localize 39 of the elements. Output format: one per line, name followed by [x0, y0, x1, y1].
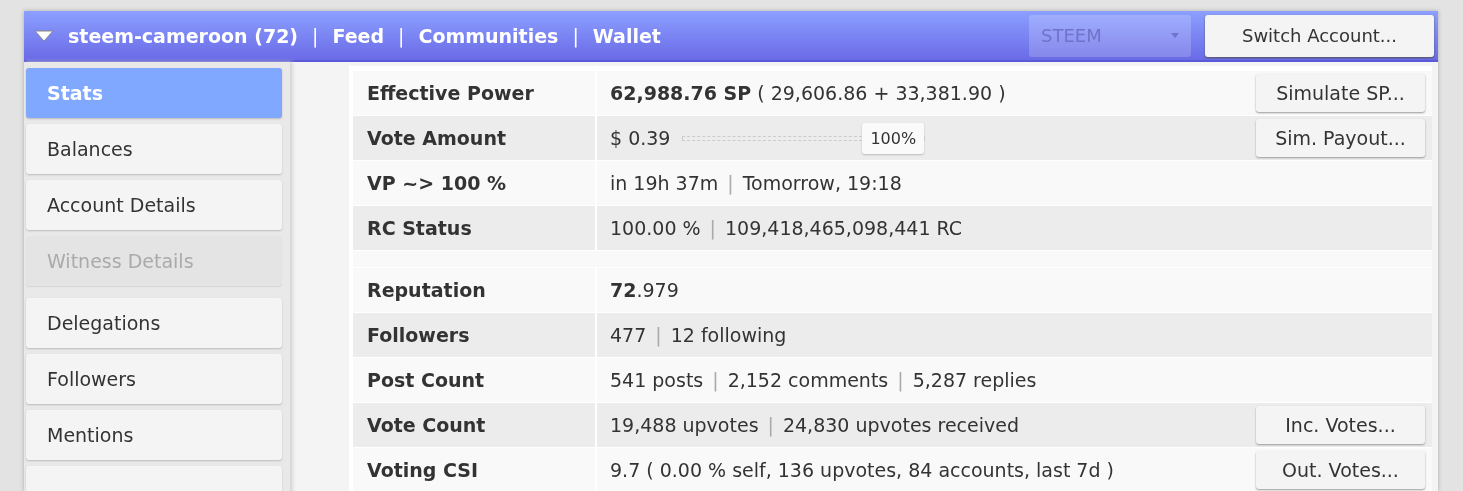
stat-value: 12 following	[670, 324, 787, 346]
separator: |	[712, 369, 719, 391]
stat-value: 477	[610, 324, 647, 346]
separator: |	[572, 24, 579, 47]
vote-slider[interactable]: 100%	[682, 122, 926, 154]
action-button[interactable]: Out. Votes...	[1256, 451, 1425, 489]
stat-value: in 19h 37m	[610, 172, 719, 194]
sidebar-item[interactable]: Mentions	[26, 410, 282, 460]
dropdown-icon[interactable]	[34, 29, 54, 42]
sidebar-item[interactable]: Balances	[26, 124, 282, 174]
stat-label: Voting CSI	[353, 448, 597, 491]
action-button[interactable]: Sim. Payout...	[1256, 119, 1425, 157]
stat-value: 100.00 %	[610, 217, 701, 239]
stat-value: 9.7 ( 0.00 % self, 136 upvotes, 84 accounts, last 7d )	[610, 459, 1114, 481]
stat-value: Tomorrow, 19:18	[742, 172, 902, 194]
stat-value: 72.979	[610, 279, 679, 301]
switch-account-button[interactable]: Switch Account...	[1205, 14, 1434, 57]
separator: |	[767, 414, 774, 436]
stat-value: 24,830 upvotes received	[782, 414, 1019, 436]
sidebar-item[interactable]: Delegations	[26, 298, 282, 348]
stat-value: 5,287 replies	[912, 369, 1037, 391]
stat-value: 109,418,465,098,441 RC	[725, 217, 963, 239]
stat-value: 19,488 upvotes	[610, 414, 759, 436]
separator: |	[727, 172, 734, 194]
stat-value: $ 0.39	[610, 127, 671, 149]
separator: |	[655, 324, 662, 346]
stat-value: 541 posts	[610, 369, 704, 391]
action-button[interactable]: Simulate SP...	[1256, 74, 1425, 112]
action-button[interactable]: Inc. Votes...	[1256, 406, 1425, 444]
sidebar-item[interactable]: Followers	[26, 354, 282, 404]
slider-thumb[interactable]: 100%	[862, 122, 925, 154]
separator: |	[312, 24, 319, 47]
caret-icon	[1171, 33, 1179, 38]
sidebar-item[interactable]: Account Details	[26, 180, 282, 230]
stat-value: 2,152 comments	[727, 369, 889, 391]
separator: |	[398, 24, 405, 47]
separator: |	[897, 369, 904, 391]
stat-value: 62,988.76 SP ( 29,606.86 + 33,381.90 )	[610, 82, 1006, 104]
separator: |	[709, 217, 716, 239]
